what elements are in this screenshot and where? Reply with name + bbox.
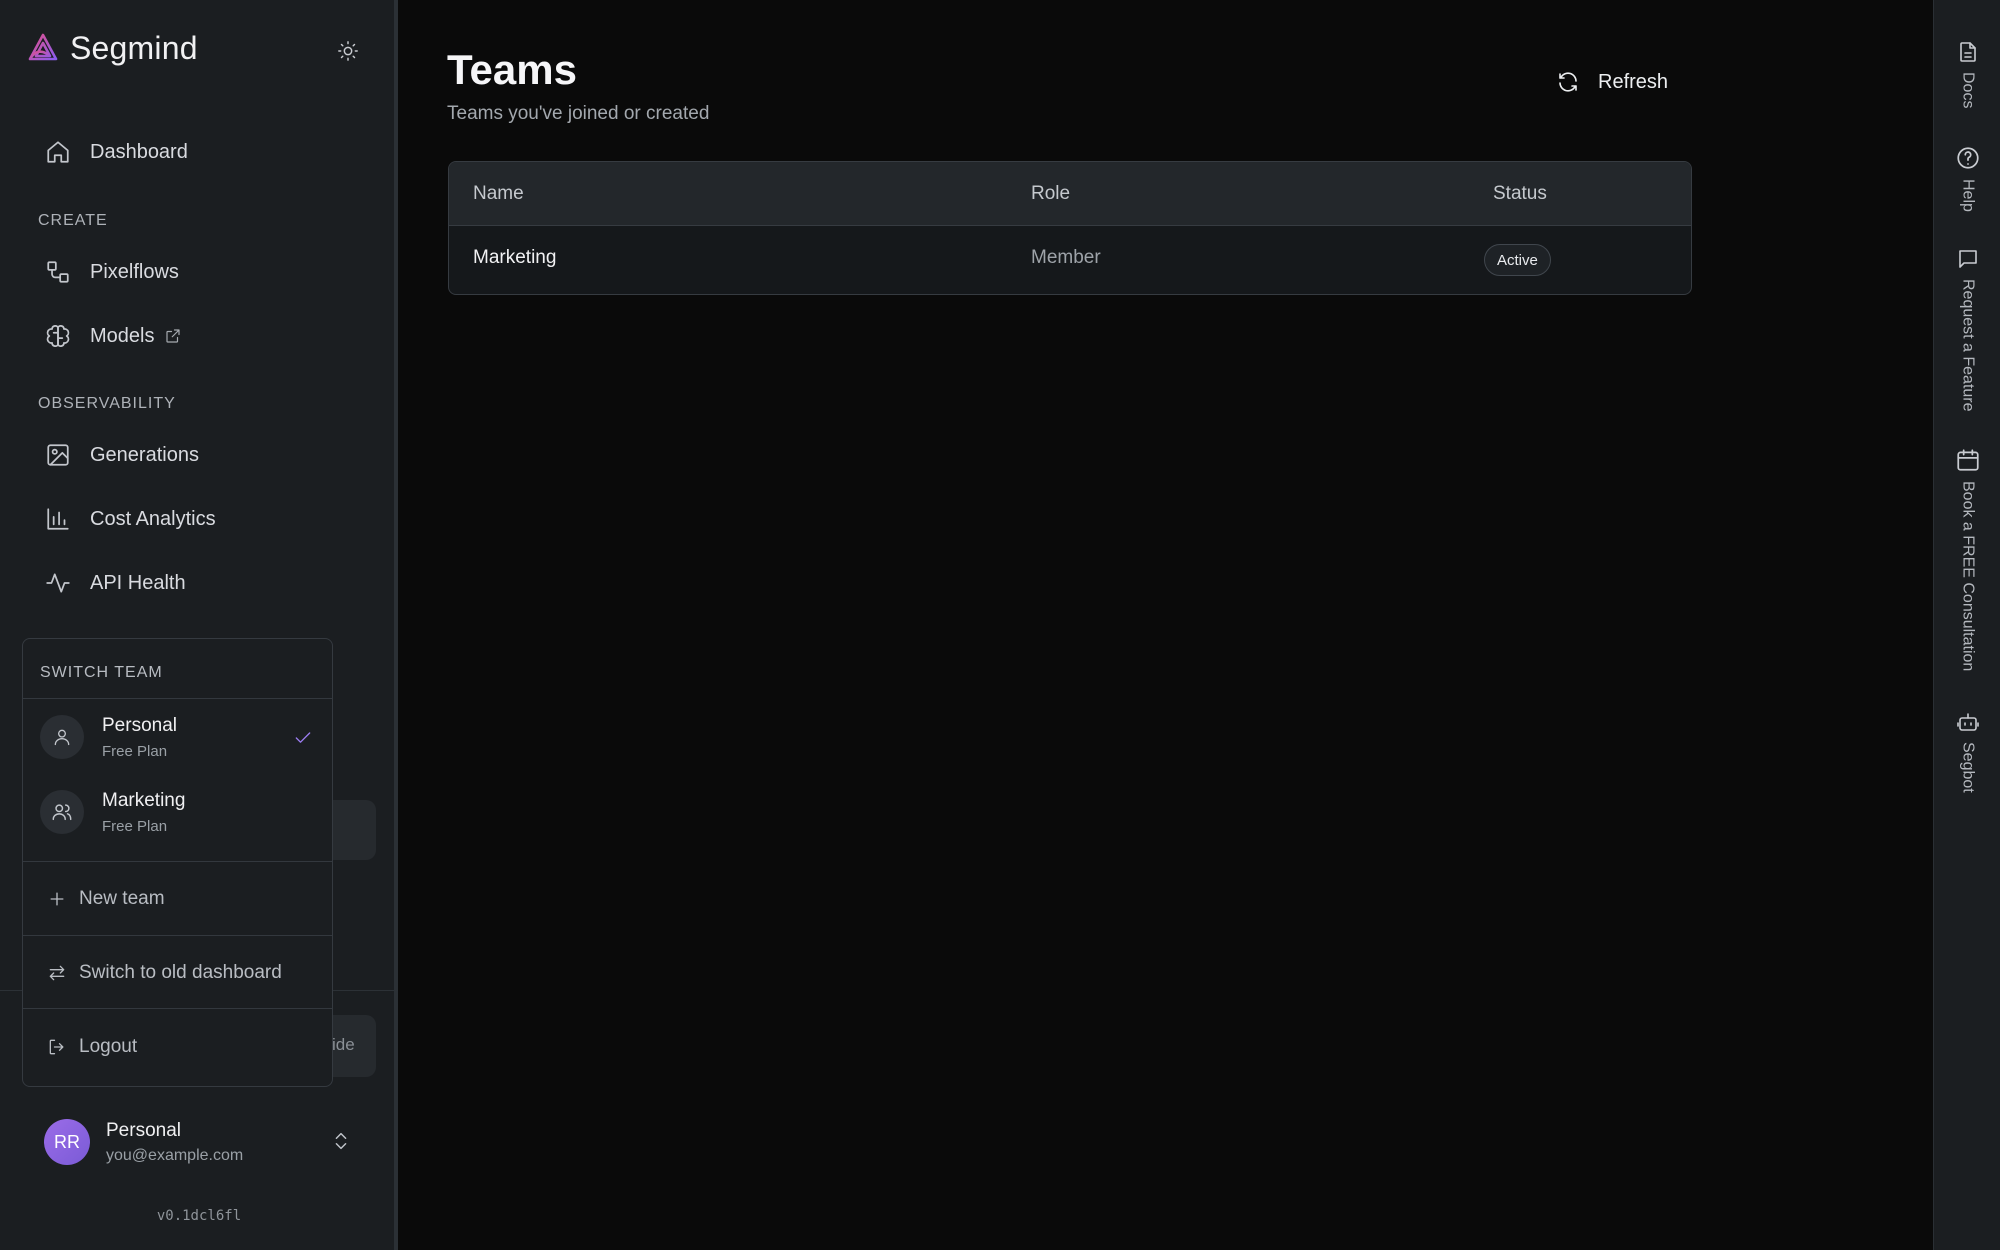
switch-team-menu: SWITCH TEAM Personal Free Plan Marketing…	[22, 638, 333, 1087]
team-option-marketing[interactable]: Marketing Free Plan	[23, 777, 332, 847]
document-icon	[1959, 42, 1976, 62]
section-create-heading: CREATE	[38, 212, 108, 229]
avatar: RR	[44, 1119, 90, 1165]
team-option-personal[interactable]: Personal Free Plan	[23, 702, 332, 772]
page-subtitle: Teams you've joined or created	[447, 103, 710, 124]
rail-segbot[interactable]: Segbot	[1934, 710, 2000, 793]
swap-arrows-icon	[49, 965, 65, 981]
nav-pixelflows[interactable]: Pixelflows	[30, 246, 370, 298]
team-name: Personal	[102, 714, 177, 736]
user-icon	[40, 715, 84, 759]
brand-logo[interactable]: Segmind	[26, 30, 198, 67]
team-plan: Free Plan	[102, 742, 168, 760]
nav-api-health-label: API Health	[90, 571, 186, 594]
rail-docs[interactable]: Docs	[1934, 40, 2000, 108]
rail-feature-label: Request a Feature	[1959, 279, 1977, 412]
brain-icon	[46, 325, 70, 347]
rail-book-consultation[interactable]: Book a FREE Consultation	[1934, 447, 2000, 671]
column-header-name: Name	[473, 183, 524, 204]
menu-divider	[23, 935, 332, 936]
new-team-label: New team	[79, 888, 165, 909]
table-header: Name Role Status	[449, 162, 1691, 226]
nav-generations[interactable]: Generations	[30, 429, 370, 481]
nav-pixelflows-label: Pixelflows	[90, 260, 179, 283]
theme-toggle-button[interactable]	[334, 37, 362, 65]
logout-button[interactable]: Logout	[23, 1019, 332, 1075]
switch-old-dashboard-label: Switch to old dashboard	[79, 962, 282, 983]
menu-divider	[23, 1008, 332, 1009]
image-icon	[47, 444, 69, 466]
logout-icon	[49, 1039, 64, 1055]
nav-cost-analytics[interactable]: Cost Analytics	[30, 493, 370, 545]
new-team-button[interactable]: New team	[23, 871, 332, 927]
page-title: Teams	[447, 46, 577, 93]
menu-divider	[23, 861, 332, 862]
refresh-label: Refresh	[1598, 70, 1669, 93]
section-observability-heading: OBSERVABILITY	[38, 395, 176, 412]
logout-label: Logout	[79, 1036, 138, 1057]
help-circle-icon	[1956, 147, 1979, 169]
main-content: Teams Teams you've joined or created Ref…	[402, 0, 1933, 1250]
rail-help[interactable]: Help	[1934, 145, 2000, 212]
account-switcher[interactable]: RR Personal you@example.com	[44, 1116, 364, 1168]
workflow-icon	[47, 261, 69, 283]
account-email: you@example.com	[106, 1146, 244, 1164]
bar-chart-icon	[47, 508, 69, 530]
users-icon	[40, 790, 84, 834]
check-icon	[295, 732, 311, 743]
chevron-up-down-icon	[335, 1132, 347, 1150]
rail-consult-label: Book a FREE Consultation	[1959, 481, 1977, 672]
external-link-icon	[166, 329, 181, 343]
team-name: Marketing	[102, 789, 186, 811]
segmind-logo-icon	[28, 33, 58, 60]
switch-team-heading: SWITCH TEAM	[40, 664, 163, 681]
message-square-icon	[1958, 250, 1977, 268]
calendar-icon	[1956, 449, 1979, 471]
nav-models-label: Models	[90, 324, 155, 347]
nav-generations-label: Generations	[90, 443, 199, 466]
plus-icon	[50, 892, 64, 906]
nav-cost-analytics-label: Cost Analytics	[90, 507, 216, 530]
nav-models[interactable]: Models	[30, 310, 370, 362]
refresh-button[interactable]: Refresh	[1556, 70, 1668, 94]
nav-dashboard[interactable]: Dashboard	[30, 126, 370, 178]
rail-help-label: Help	[1959, 179, 1977, 212]
status-badge: Active	[1484, 244, 1551, 276]
nav-dashboard-label: Dashboard	[90, 140, 188, 163]
obscured-upgrade-label: ide	[332, 1035, 355, 1054]
column-header-status: Status	[1493, 183, 1547, 204]
team-role-cell: Member	[1031, 247, 1101, 268]
team-plan: Free Plan	[102, 817, 168, 835]
rail-request-feature[interactable]: Request a Feature	[1934, 247, 2000, 412]
right-rail: Docs Help Request a Feature Book a FREE …	[1933, 0, 2000, 1250]
sun-icon	[338, 41, 358, 61]
rail-segbot-label: Segbot	[1959, 742, 1977, 793]
brand-name: Segmind	[70, 30, 198, 66]
switch-old-dashboard-button[interactable]: Switch to old dashboard	[23, 945, 332, 1001]
column-header-role: Role	[1031, 183, 1071, 204]
version-label: v0.1dcl6fl	[156, 1208, 242, 1224]
home-icon	[47, 141, 69, 163]
rail-docs-label: Docs	[1959, 72, 1977, 109]
bot-icon	[1956, 713, 1979, 731]
activity-icon	[46, 573, 70, 593]
refresh-icon	[1559, 72, 1577, 92]
account-name: Personal	[106, 1119, 181, 1141]
nav-api-health[interactable]: API Health	[30, 557, 370, 609]
teams-table: Name Role Status Marketing Member Active	[448, 161, 1692, 295]
menu-divider	[23, 698, 332, 699]
team-name-cell: Marketing	[473, 247, 557, 268]
